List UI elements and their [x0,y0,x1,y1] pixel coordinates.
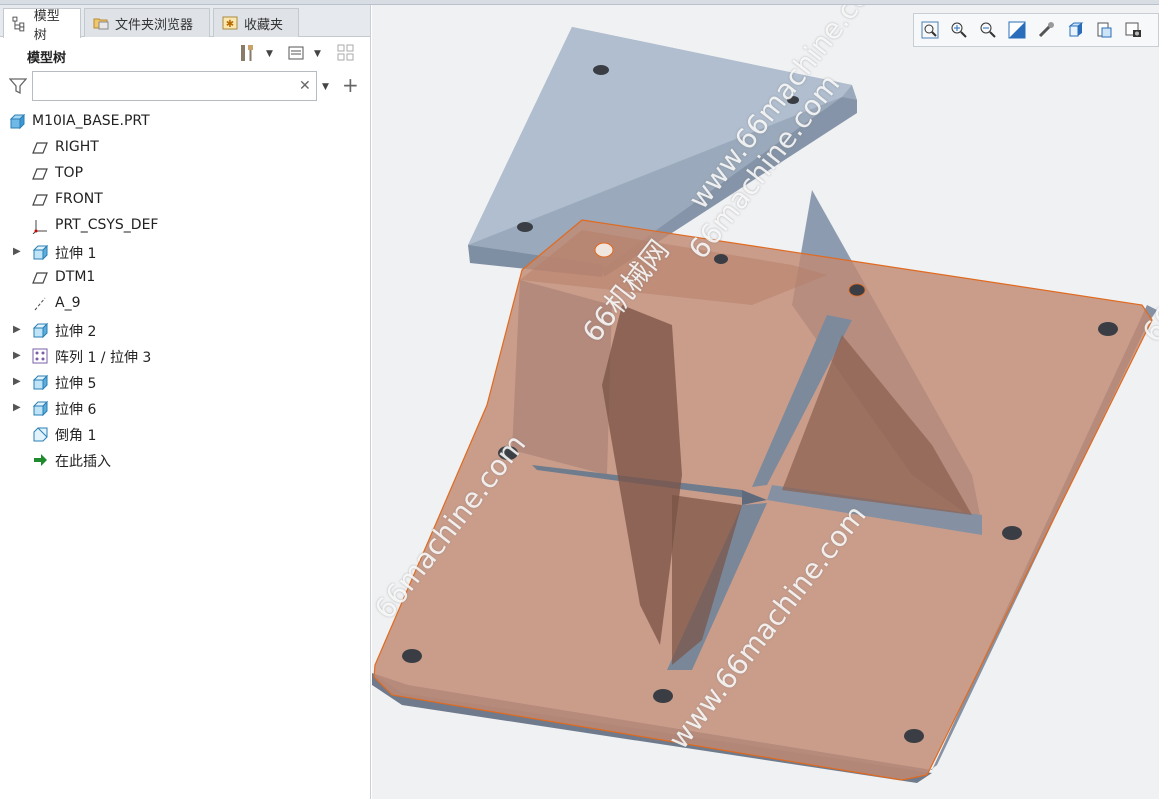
part-icon [9,114,25,130]
datum-plane-icon [32,194,48,206]
tree-item[interactable]: A_9 [0,291,370,317]
expand-arrow-icon[interactable]: ▶ [13,402,21,413]
tree-item-label: 阵列 1 / 拉伸 3 [55,350,152,366]
model-tree: M10IA_BASE.PRT RIGHT TOP FRONT PRT_CSYS_DEF ▶… [0,109,370,473]
chamfer-icon [33,427,48,442]
tree-item-label: M10IA_BASE.PRT [32,113,150,129]
view-manager-icon[interactable] [1094,20,1114,40]
tab-folder-browser[interactable]: 文件夹浏览器 [84,8,210,37]
tree-item-label: 在此插入 [55,454,111,470]
extrude-icon [32,244,48,260]
repaint-icon[interactable] [1007,20,1027,40]
expand-arrow-icon[interactable]: ▶ [13,350,21,361]
extrude-icon [32,400,48,416]
tree-icon [12,16,25,31]
chevron-down-icon[interactable]: ▼ [322,82,329,92]
filter-icon[interactable] [9,77,27,95]
tree-item-label: TOP [55,165,84,181]
creo-window: 模型树 文件夹浏览器 ✱ 收藏夹 模型树 ▼ ▼ ✕ ▼ + M10IA_BAS… [0,0,1159,799]
tree-item-label: DTM1 [55,269,96,285]
tree-item-label: FRONT [55,191,103,207]
show-icon[interactable] [286,42,306,64]
expand-arrow-icon[interactable]: ▶ [13,324,21,335]
tab-favorites[interactable]: ✱ 收藏夹 [213,8,299,37]
tree-item[interactable]: 倒角 1 [0,421,370,447]
tab-label: 模型树 [33,8,60,43]
extrude-icon [32,374,48,390]
favorites-icon: ✱ [222,16,238,30]
part-model-view[interactable] [372,5,1159,799]
chevron-down-icon[interactable]: ▼ [266,49,273,59]
tree-item-label: 拉伸 5 [55,376,97,392]
expand-arrow-icon[interactable]: ▶ [13,376,21,387]
layer-tree-icon[interactable] [336,42,356,64]
tree-item[interactable]: ▶ 拉伸 6 [0,395,370,421]
axis-icon [34,297,46,311]
navigator-tabs: 模型树 文件夹浏览器 ✱ 收藏夹 [0,5,370,43]
insert-here-icon [34,454,47,466]
search-input[interactable] [32,71,317,101]
datum-plane-icon [32,272,48,284]
tree-item-label: 倒角 1 [55,428,97,444]
close-icon[interactable]: ✕ [299,78,311,94]
tree-item[interactable]: FRONT [0,187,370,213]
chevron-down-icon[interactable]: ▼ [314,49,321,59]
tree-item-label: A_9 [55,295,81,311]
tree-item-label: 拉伸 2 [55,324,97,340]
folder-browser-icon [93,18,109,30]
tab-model-tree[interactable]: 模型树 [3,8,81,43]
datum-plane-icon [32,142,48,154]
named-views-icon[interactable] [1123,20,1143,40]
display-style-icon[interactable] [1036,20,1056,40]
tree-item[interactable]: RIGHT [0,135,370,161]
zoom-out-icon[interactable] [978,20,998,40]
pattern-icon [32,348,48,364]
expand-arrow-icon[interactable]: ▶ [13,246,21,257]
tree-item-label: RIGHT [55,139,99,155]
tree-item-label: PRT_CSYS_DEF [55,217,159,233]
extrude-icon [32,322,48,338]
tree-item[interactable]: ▶ 拉伸 2 [0,317,370,343]
datum-plane-icon [32,168,48,180]
csys-icon [32,220,47,234]
tree-item[interactable]: TOP [0,161,370,187]
search-row: ✕ ▼ + [0,69,370,103]
add-column-button[interactable]: + [342,73,359,97]
panel-title: 模型树 [27,51,67,66]
tab-label: 文件夹浏览器 [115,17,194,33]
refit-icon[interactable] [920,20,940,40]
saved-orientations-icon[interactable] [1065,20,1085,40]
tree-item[interactable]: ▶ 阵列 1 / 拉伸 3 [0,343,370,369]
model-tree-toolbar: 模型树 ▼ ▼ [0,38,370,68]
tree-item[interactable]: ▶ 拉伸 5 [0,369,370,395]
svg-text:✱: ✱ [226,19,234,30]
tab-label: 收藏夹 [244,17,284,33]
settings-tools-icon[interactable] [238,42,258,64]
tree-root-item[interactable]: M10IA_BASE.PRT [0,109,370,135]
tree-item-label: 拉伸 6 [55,402,97,418]
tree-item[interactable]: 在此插入 [0,447,370,473]
view-toolbar [913,13,1159,47]
tree-item[interactable]: PRT_CSYS_DEF [0,213,370,239]
model-tree-panel: 模型树 文件夹浏览器 ✱ 收藏夹 模型树 ▼ ▼ ✕ ▼ + M10IA_BAS… [0,5,371,799]
graphics-window[interactable]: 66machine.com www.66machine.com 66机械网 66… [372,5,1159,799]
zoom-in-icon[interactable] [949,20,969,40]
tree-item[interactable]: ▶ 拉伸 1 [0,239,370,265]
tree-item-label: 拉伸 1 [55,246,97,262]
tree-item[interactable]: DTM1 [0,265,370,291]
